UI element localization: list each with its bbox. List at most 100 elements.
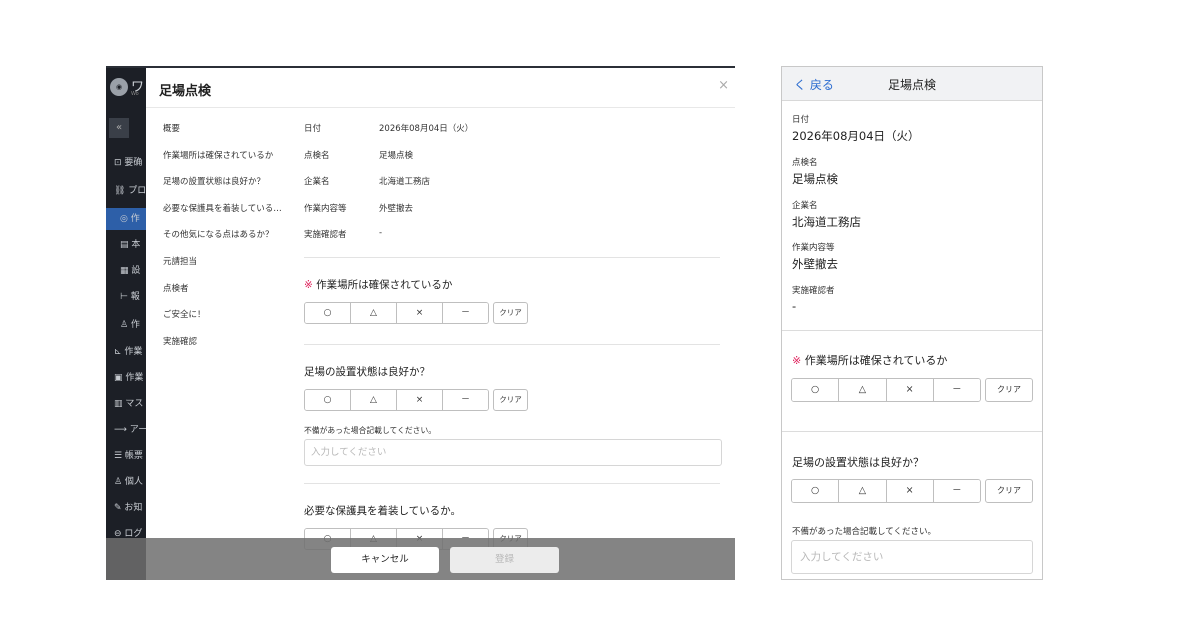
info-value: 北海道工務店 <box>379 177 431 188</box>
option-na[interactable]: － <box>933 379 980 401</box>
desktop-window: ◉ ワ Wo « ⊡ 要确 ⛓ プロ ◎ 作 ▤ 本 ▦ 設 ⊢ 報 ♙ 作 ⊾… <box>106 66 735 580</box>
nav-item-5[interactable]: ⊢ 報 <box>106 286 146 308</box>
field-label: 企業名 <box>792 201 818 211</box>
nav-item-9[interactable]: ▥ マス <box>106 393 146 415</box>
info-label: 作業内容等 <box>304 203 347 214</box>
mobile-field-name: 点検名 足場点検 <box>792 156 838 187</box>
option-good[interactable]: ○ <box>305 302 351 323</box>
modal-footer: キャンセル 登録 <box>106 538 735 580</box>
section-link[interactable]: 作業場所は確保されているか <box>163 149 293 176</box>
option-bad[interactable]: × <box>397 389 443 410</box>
nav-item-1[interactable]: ⛓ プロ <box>106 180 146 202</box>
option-bad[interactable]: × <box>886 379 934 401</box>
clear-button[interactable]: クリア <box>985 378 1033 402</box>
info-value: 2026年08月04日（火） <box>379 124 474 134</box>
nav-item-3[interactable]: ▤ 本 <box>106 234 146 256</box>
info-value: 足場点検 <box>379 150 414 161</box>
modal-header: 足場点検 × <box>146 68 735 108</box>
answer-segment: ○ △ × － <box>791 479 981 503</box>
option-fair[interactable]: △ <box>351 389 397 410</box>
section-link[interactable]: 足場の設置状態は良好か？ <box>163 175 293 202</box>
note-input[interactable]: 入力してください <box>304 438 722 466</box>
question-3-title: 必要な保護具を着装しているか。 <box>304 504 461 517</box>
field-value: 北海道工務店 <box>792 215 861 229</box>
field-value: 2026年08月04日（火） <box>792 129 920 143</box>
nav-item-6[interactable]: ♙ 作 <box>106 314 146 336</box>
mobile-field-work: 作業内容等 外壁撤去 <box>792 241 838 272</box>
option-bad[interactable]: × <box>886 480 934 502</box>
section-link[interactable]: ご安全に！ <box>163 308 293 335</box>
field-label: 作業内容等 <box>792 243 835 253</box>
info-label: 企業名 <box>304 177 330 188</box>
nav-item-10[interactable]: ⟶ アー <box>106 419 146 441</box>
question-1-text: 作業場所は確保されているか <box>316 278 453 291</box>
field-label: 実施確認者 <box>792 286 835 296</box>
info-value: - <box>379 228 383 239</box>
mobile-field-date: 日付 2026年08月04日（火） <box>792 113 920 144</box>
required-mark: ※ <box>792 354 802 367</box>
answer-segment: ○ △ × － <box>304 388 489 411</box>
nav-item-11[interactable]: ☰ 帳票 <box>106 445 146 467</box>
mobile-field-company: 企業名 北海道工務店 <box>792 199 861 230</box>
clear-button[interactable]: クリア <box>493 388 528 411</box>
option-good[interactable]: ○ <box>792 480 840 502</box>
divider <box>304 256 720 258</box>
section-link[interactable]: 点検者 <box>163 282 293 309</box>
mobile-field-confirmer: 実施確認者 - <box>792 284 835 313</box>
info-row-date: 日付 2026年08月04日（火） <box>304 122 720 149</box>
nav-item-8[interactable]: ▣ 作業 <box>106 367 146 389</box>
mobile-question-1: ※ 作業場所は確保されているか <box>792 352 947 368</box>
nav-item-13[interactable]: ✎ お知 <box>106 497 146 519</box>
section-link[interactable]: 必要な保護具を着装している… <box>163 202 293 229</box>
info-label: 点検名 <box>304 150 330 161</box>
back-button[interactable]: く 戻る <box>794 76 834 93</box>
option-na[interactable]: － <box>443 302 488 323</box>
info-value: 外壁撤去 <box>379 203 414 214</box>
option-na[interactable]: － <box>443 389 488 410</box>
note-label: 不備があった場合記載してください。 <box>304 425 437 435</box>
field-value: 足場点検 <box>792 172 838 186</box>
option-fair[interactable]: △ <box>351 302 397 323</box>
question-1-title: ※ 作業場所は確保されているか <box>304 277 720 292</box>
required-mark: ※ <box>304 278 313 291</box>
nav-item-0[interactable]: ⊡ 要确 <box>106 152 146 174</box>
note-input[interactable]: 入力してください <box>791 540 1033 574</box>
clear-button[interactable]: クリア <box>985 479 1033 503</box>
option-fair[interactable]: △ <box>839 480 887 502</box>
section-link[interactable]: その他気になる点はあるか？ <box>163 228 293 255</box>
question-2-title: 足場の設置状態は良好か？ <box>304 365 430 378</box>
register-button[interactable]: 登録 <box>450 547 559 573</box>
inspection-modal: 足場点検 × 概要 作業場所は確保されているか 足場の設置状態は良好か？ 必要な… <box>146 68 735 580</box>
section-link[interactable]: 元請担当 <box>163 255 293 282</box>
field-value: 外壁撤去 <box>792 257 838 271</box>
nav-item-7[interactable]: ⊾ 作業 <box>106 341 146 363</box>
field-value: - <box>792 299 797 313</box>
collapse-sidebar-button[interactable]: « <box>109 118 129 138</box>
nav-item-4[interactable]: ▦ 設 <box>106 260 146 282</box>
modal-title: 足場点検 <box>159 84 212 99</box>
app-logo-icon: ◉ <box>110 78 128 96</box>
info-row-work: 作業内容等 外壁撤去 <box>304 202 720 229</box>
note-label: 不備があった場合記載してください。 <box>792 527 936 537</box>
info-label: 日付 <box>304 124 322 134</box>
option-na[interactable]: － <box>933 480 980 502</box>
nav-item-2[interactable]: ◎ 作 <box>106 208 146 230</box>
divider <box>304 482 720 484</box>
answer-segment: ○ △ × － <box>304 301 489 324</box>
section-link[interactable]: 概要 <box>163 122 293 149</box>
option-fair[interactable]: △ <box>839 379 887 401</box>
mobile-question-2: 足場の設置状態は良好か？ <box>792 456 924 469</box>
answer-segment: ○ △ × － <box>791 378 981 402</box>
app-subname: Wo <box>131 91 139 97</box>
mobile-header: 足場点検 く 戻る <box>782 67 1042 101</box>
cancel-button[interactable]: キャンセル <box>331 547 439 573</box>
option-bad[interactable]: × <box>397 302 443 323</box>
option-good[interactable]: ○ <box>792 379 840 401</box>
close-icon[interactable]: × <box>718 78 729 93</box>
field-label: 日付 <box>792 115 810 125</box>
nav-item-12[interactable]: ♙ 個人 <box>106 471 146 493</box>
divider <box>782 330 1042 331</box>
option-good[interactable]: ○ <box>305 389 351 410</box>
clear-button[interactable]: クリア <box>493 301 528 324</box>
section-link[interactable]: 実施確認 <box>163 335 293 362</box>
